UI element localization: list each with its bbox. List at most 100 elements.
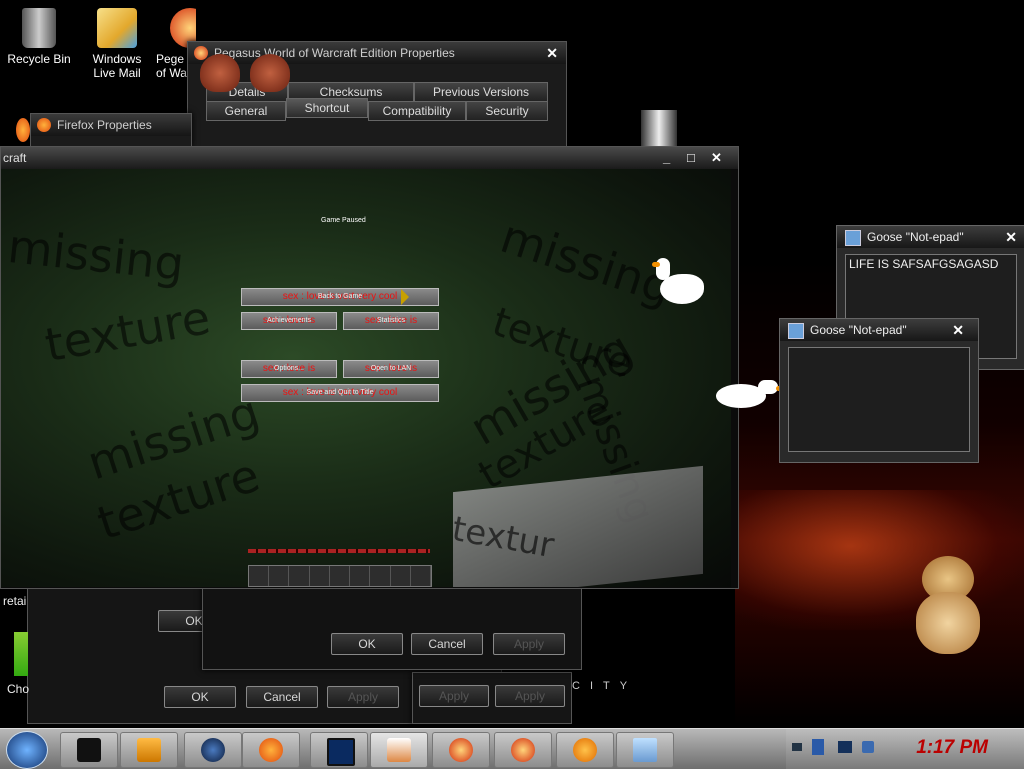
network-icon[interactable] (838, 741, 852, 753)
menu-button-achievements[interactable]: sex : love is Achievements (241, 312, 337, 330)
minimize-button[interactable]: _ (663, 147, 670, 169)
hotbar-slot[interactable] (390, 566, 411, 586)
apply-button[interactable]: Apply (419, 685, 489, 707)
desktop-icon-label-2: Live Mail (93, 66, 141, 80)
taskbar-button-pegasus[interactable] (432, 732, 490, 768)
terminal-icon (77, 738, 101, 762)
taskbar: 1:17 PM (0, 728, 1024, 769)
desktop-icon-windows-live-mail[interactable]: Windows Live Mail (80, 2, 154, 80)
firefox-properties-window[interactable]: Firefox Properties (30, 113, 192, 147)
close-button[interactable]: ✕ (711, 147, 722, 169)
notepad-title: Goose "Not-epad" (867, 230, 964, 244)
clock[interactable]: 1:17 PM (916, 737, 988, 759)
hotbar-slot[interactable] (370, 566, 391, 586)
cancel-button[interactable]: Cancel (246, 686, 318, 708)
notepad-icon (845, 230, 861, 246)
taskbar-button-pegasus-2[interactable] (494, 732, 552, 768)
bird-pet-sprite (200, 54, 240, 92)
close-icon[interactable]: ✕ (546, 42, 558, 64)
device-icon[interactable] (812, 739, 824, 755)
firefox-icon (37, 118, 51, 132)
goose-notepad-front[interactable]: Goose "Not-epad" ✕ (779, 318, 979, 463)
game-title: craft (3, 151, 27, 165)
hotbar-slot[interactable] (289, 566, 310, 586)
properties-title-bar[interactable]: Pegasus World of Warcraft Edition Proper… (188, 42, 566, 64)
goose-sprite[interactable] (652, 256, 704, 312)
taskbar-button-media-player[interactable] (120, 732, 178, 768)
texture-word: texture (41, 290, 215, 373)
notepad-icon (788, 323, 804, 339)
notepad-title: Goose "Not-epad" (810, 323, 907, 337)
cancel-button[interactable]: Cancel (411, 633, 483, 655)
notepad-title-bar[interactable]: Goose "Not-epad" ✕ (780, 319, 978, 341)
desktop-icon-recycle-bin[interactable]: Recycle Bin (2, 2, 76, 66)
apply-button[interactable]: Apply (493, 633, 565, 655)
menu-button-statistics[interactable]: sex : love is Statistics (343, 312, 439, 330)
dialog-middle[interactable]: OK Cancel Apply (202, 586, 582, 670)
bird-pet-sprite (250, 54, 290, 92)
hotbar-slot[interactable] (269, 566, 290, 586)
hamster-pet-sprite[interactable] (912, 556, 984, 656)
health-bar (248, 549, 430, 553)
hotbar-slot[interactable] (350, 566, 371, 586)
show-hidden-icons-icon[interactable] (792, 743, 802, 751)
taskbar-button-globe[interactable] (184, 732, 242, 768)
properties-window[interactable]: Pegasus World of Warcraft Edition Proper… (187, 41, 567, 153)
dialog-back-right[interactable]: Apply Apply (412, 672, 572, 724)
taskbar-button-firefox[interactable] (242, 732, 300, 768)
menu-button-back-to-game[interactable]: sex : love is vert very cool Back to Gam… (241, 288, 439, 306)
volume-icon[interactable] (862, 741, 874, 753)
hotbar-slot[interactable] (249, 566, 270, 586)
notepad-title-bar[interactable]: Goose "Not-epad" ✕ (837, 226, 1024, 248)
maximize-button[interactable]: □ (687, 147, 695, 169)
game-title-bar[interactable]: craft _ □ ✕ (1, 147, 738, 169)
hotbar[interactable] (248, 565, 432, 587)
close-button[interactable]: ✕ (1005, 226, 1017, 248)
tab-shortcut[interactable]: Shortcut (286, 98, 368, 118)
recycle-bin-icon (22, 8, 56, 48)
hotbar-slot[interactable] (410, 566, 431, 586)
firefox-icon (259, 738, 283, 762)
hotbar-slot[interactable] (309, 566, 330, 586)
close-button[interactable]: ✕ (952, 319, 964, 341)
notepad-text-area[interactable] (788, 347, 970, 452)
firefox-title-bar[interactable]: Firefox Properties (31, 114, 191, 136)
hotbar-slot[interactable] (329, 566, 351, 586)
game-window[interactable]: craft _ □ ✕ missing texture missing text… (0, 146, 739, 589)
menu-button-overlay: Statistics (376, 317, 405, 324)
taskbar-button-monitor[interactable] (310, 732, 368, 768)
ok-button[interactable]: OK (331, 633, 403, 655)
start-orb-icon[interactable] (6, 731, 48, 769)
apply-button[interactable]: Apply (327, 686, 399, 708)
menu-button-options[interactable]: sex : love is Options... (241, 360, 337, 378)
apply-button[interactable]: Apply (495, 685, 565, 707)
taskbar-button-terminal[interactable] (60, 732, 118, 768)
menu-button-open-to-lan[interactable]: sex : love is Open to LAN (343, 360, 439, 378)
pegasus-icon (449, 738, 473, 762)
taskbar-button-goldfish[interactable] (556, 732, 614, 768)
goose-sprite[interactable] (716, 376, 784, 416)
game-scene[interactable]: missing texture missing texture missing … (1, 169, 731, 587)
taskbar-button-java[interactable] (370, 732, 428, 768)
monitor-icon (641, 110, 677, 146)
app-icon (14, 632, 28, 676)
ok-button[interactable]: OK (164, 686, 236, 708)
system-tray: 1:17 PM (786, 729, 1024, 769)
notepad-icon (633, 738, 657, 762)
taskbar-button-notepad[interactable] (616, 732, 674, 768)
desktop-icon-label: Windows (92, 52, 142, 66)
firefox-icon (16, 118, 30, 142)
tab-general[interactable]: General (206, 101, 286, 121)
menu-button-overlay: Achievements (267, 317, 311, 324)
tab-compatibility[interactable]: Compatibility (368, 101, 466, 121)
menu-button-overlay: Save and Quit to Title (306, 389, 374, 396)
tab-previous-versions[interactable]: Previous Versions (414, 82, 548, 102)
firefox-properties-title: Firefox Properties (57, 118, 152, 132)
menu-button-save-and-quit[interactable]: sex : love is vert very cool Save and Qu… (241, 384, 439, 402)
tab-security[interactable]: Security (466, 101, 548, 121)
monitor-icon (327, 738, 355, 766)
globe-icon (201, 738, 225, 762)
java-icon (387, 738, 411, 762)
properties-title: Pegasus World of Warcraft Edition Proper… (214, 46, 455, 60)
menu-button-overlay: Open to LAN (370, 365, 412, 372)
